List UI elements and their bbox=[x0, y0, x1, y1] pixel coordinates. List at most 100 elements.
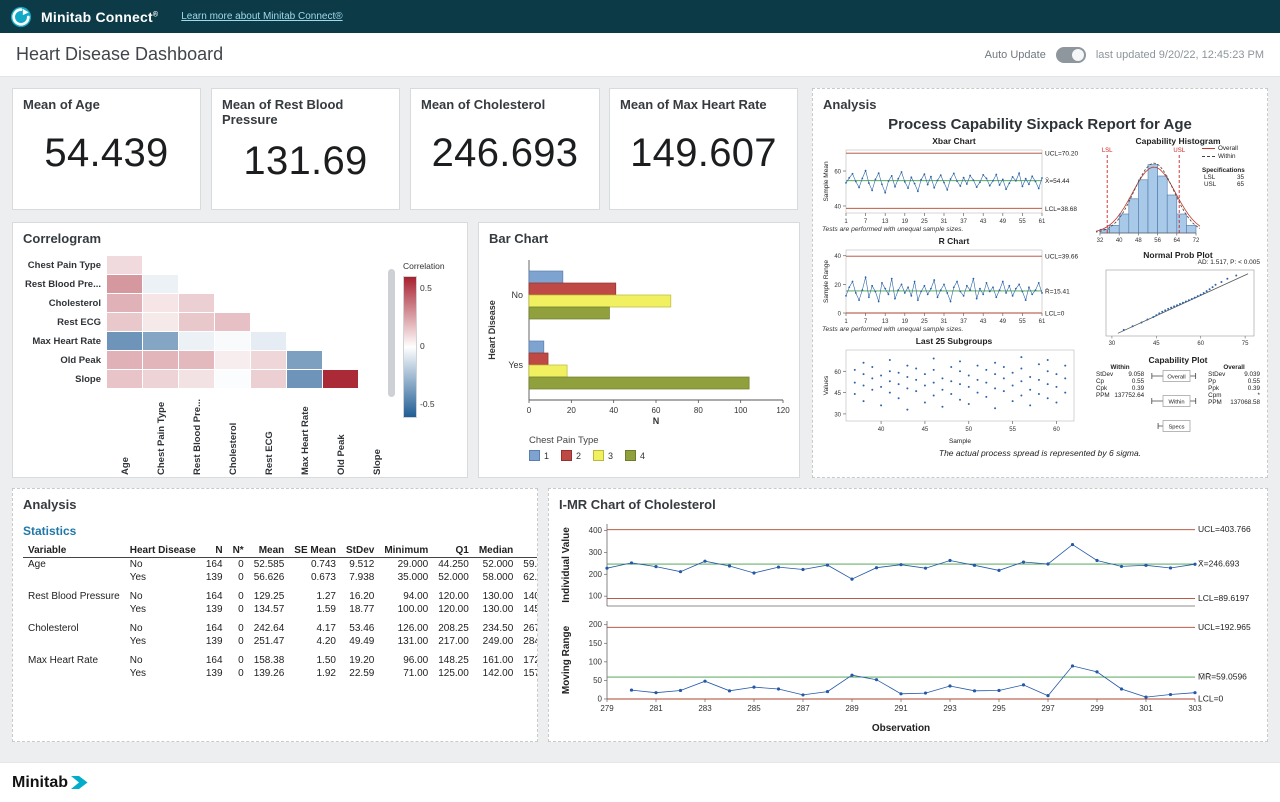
svg-text:31: 31 bbox=[941, 219, 948, 225]
correlation-legend: Correlation0.50-0.5 bbox=[403, 261, 459, 416]
svg-text:N: N bbox=[653, 416, 660, 426]
page-title: Heart Disease Dashboard bbox=[16, 44, 223, 65]
learn-more-link[interactable]: Learn more about Minitab Connect® bbox=[181, 11, 342, 22]
auto-update-toggle[interactable] bbox=[1056, 47, 1086, 63]
top-bar: Minitab Connect® Learn more about Minita… bbox=[0, 0, 1280, 33]
svg-text:49: 49 bbox=[999, 219, 1006, 225]
svg-text:299: 299 bbox=[1090, 704, 1104, 713]
svg-text:Sample Mean: Sample Mean bbox=[823, 161, 830, 201]
svg-text:13: 13 bbox=[882, 219, 889, 225]
svg-text:60: 60 bbox=[834, 170, 841, 176]
svg-text:287: 287 bbox=[796, 704, 810, 713]
correlogram-cell bbox=[107, 294, 143, 313]
svg-text:100: 100 bbox=[589, 657, 603, 666]
kpi-card-mean-cholesterol: Mean of Cholesterol 246.693 bbox=[410, 88, 600, 210]
svg-text:30: 30 bbox=[834, 412, 841, 418]
svg-text:281: 281 bbox=[649, 704, 663, 713]
imr-charts: 100200300400UCL=403.766X̄=246.693LCL=89.… bbox=[555, 516, 1267, 738]
svg-text:301: 301 bbox=[1139, 704, 1153, 713]
correlogram-cell bbox=[251, 332, 287, 351]
svg-text:Heart Disease: Heart Disease bbox=[487, 300, 497, 360]
svg-text:291: 291 bbox=[894, 704, 908, 713]
normal-prob-plot: 30456075 bbox=[1096, 267, 1260, 351]
svg-text:40: 40 bbox=[609, 406, 618, 415]
svg-text:LCL=89.6197: LCL=89.6197 bbox=[1198, 593, 1250, 603]
svg-text:45: 45 bbox=[834, 391, 841, 397]
svg-text:120: 120 bbox=[776, 406, 790, 415]
minitab-connect-logo-icon bbox=[10, 6, 32, 28]
svg-text:0: 0 bbox=[598, 695, 603, 704]
svg-text:LCL=0: LCL=0 bbox=[1198, 694, 1224, 704]
correlogram-cell bbox=[179, 351, 215, 370]
svg-text:UCL=192.965: UCL=192.965 bbox=[1198, 622, 1251, 632]
kpi-card-mean-rest-bp: Mean of Rest Blood Pressure 131.69 bbox=[211, 88, 400, 210]
svg-text:LSL: LSL bbox=[1102, 148, 1113, 154]
svg-text:285: 285 bbox=[747, 704, 761, 713]
correlogram-cell bbox=[143, 351, 179, 370]
svg-text:49: 49 bbox=[999, 319, 1006, 325]
panel-title: Bar Chart bbox=[479, 223, 799, 248]
last-updated-text: last updated 9/20/22, 12:45:23 PM bbox=[1096, 49, 1264, 61]
svg-text:64: 64 bbox=[1173, 238, 1180, 244]
svg-text:Within: Within bbox=[1169, 400, 1185, 406]
kpi-value: 131.69 bbox=[212, 129, 399, 209]
svg-text:UCL=39.66: UCL=39.66 bbox=[1045, 254, 1078, 261]
svg-text:UCL=403.766: UCL=403.766 bbox=[1198, 524, 1251, 534]
page-footer: Minitab bbox=[0, 762, 1280, 802]
stats-row: CholesterolNo1640242.644.1753.46126.0020… bbox=[23, 616, 538, 635]
svg-text:USL: USL bbox=[1173, 148, 1185, 154]
correlogram-cell bbox=[107, 275, 143, 294]
svg-text:100: 100 bbox=[734, 406, 748, 415]
svg-text:295: 295 bbox=[992, 704, 1006, 713]
svg-text:7: 7 bbox=[864, 319, 868, 325]
page-header: Heart Disease Dashboard Auto Update last… bbox=[0, 33, 1280, 77]
svg-text:80: 80 bbox=[694, 406, 703, 415]
svg-text:55: 55 bbox=[1009, 427, 1016, 433]
last25-subgroups-chart: 3045604045505560ValuesSample bbox=[820, 345, 1088, 445]
stats-row: Yes1390139.261.9222.5971.00125.00142.001… bbox=[23, 667, 538, 680]
svg-text:60: 60 bbox=[1197, 341, 1204, 347]
svg-text:32: 32 bbox=[1097, 238, 1104, 244]
bar-chart-svg: 020406080100120NoYesHeart DiseaseN bbox=[483, 254, 793, 426]
svg-text:72: 72 bbox=[1193, 238, 1200, 244]
svg-text:37: 37 bbox=[960, 219, 967, 225]
stats-row: Yes1390134.571.5918.77100.00120.00130.00… bbox=[23, 603, 538, 616]
svg-text:Observation: Observation bbox=[872, 723, 930, 733]
kpi-value: 246.693 bbox=[411, 114, 599, 209]
correlogram-cell bbox=[215, 370, 251, 389]
correlogram-scrollbar[interactable] bbox=[388, 269, 395, 397]
svg-text:Sample: Sample bbox=[949, 438, 971, 445]
svg-text:48: 48 bbox=[1135, 238, 1142, 244]
xbar-chart: 406017131925313743495561UCL=70.20X̄=54.4… bbox=[820, 145, 1088, 225]
svg-text:X̄=246.693: X̄=246.693 bbox=[1198, 559, 1240, 569]
svg-text:13: 13 bbox=[882, 319, 889, 325]
bar-chart-legend: Chest Pain Type1234 bbox=[529, 435, 799, 461]
svg-text:43: 43 bbox=[980, 219, 987, 225]
svg-text:50: 50 bbox=[965, 427, 972, 433]
svg-text:150: 150 bbox=[589, 639, 603, 648]
minitab-connect-app: Minitab Connect® Learn more about Minita… bbox=[0, 0, 1280, 802]
correlogram-cell bbox=[143, 332, 179, 351]
svg-text:M̄R̄=59.0596: M̄R̄=59.0596 bbox=[1198, 672, 1247, 682]
svg-text:Yes: Yes bbox=[508, 360, 523, 370]
svg-text:60: 60 bbox=[652, 406, 661, 415]
svg-text:40: 40 bbox=[1116, 238, 1123, 244]
kpi-card-mean-max-hr: Mean of Max Heart Rate 149.607 bbox=[609, 88, 798, 210]
kpi-value: 149.607 bbox=[610, 114, 797, 209]
svg-text:20: 20 bbox=[567, 406, 576, 415]
capability-histogram: 324048566472LSLUSL bbox=[1096, 145, 1200, 245]
toggle-knob bbox=[1072, 49, 1084, 61]
capability-bands: OverallWithinSpecs bbox=[1148, 364, 1204, 438]
legend-item: 1 bbox=[529, 450, 549, 461]
stats-row: Yes139056.6260.6737.93835.00052.00058.00… bbox=[23, 571, 538, 584]
svg-text:25: 25 bbox=[921, 219, 928, 225]
correlogram-cell bbox=[287, 370, 323, 389]
correlogram-cell bbox=[215, 332, 251, 351]
kpi-value: 54.439 bbox=[13, 114, 200, 209]
svg-text:0: 0 bbox=[838, 312, 842, 318]
individuals-chart: 100200300400UCL=403.766X̄=246.693LCL=89.… bbox=[555, 516, 1259, 610]
brand-name: Minitab Connect® bbox=[41, 9, 158, 25]
svg-text:UCL=70.20: UCL=70.20 bbox=[1045, 151, 1078, 158]
panel-title: Correlogram bbox=[13, 223, 467, 248]
correlogram-cell bbox=[143, 370, 179, 389]
